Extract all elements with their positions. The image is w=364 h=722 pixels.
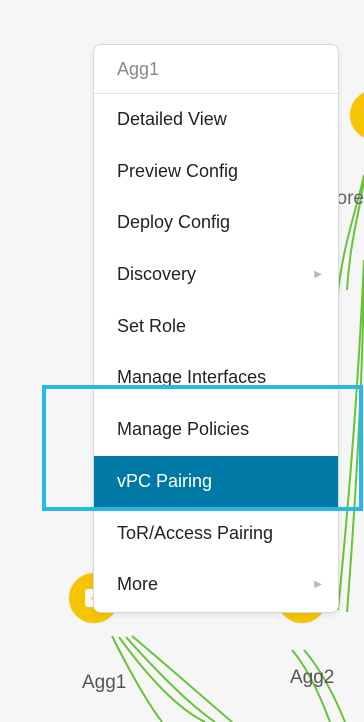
submenu-arrow-icon: ▶ (314, 269, 322, 281)
menu-item-label: Manage Policies (117, 419, 250, 440)
agg2-label: Agg2 (290, 667, 335, 688)
menu-item-discovery[interactable]: Discovery ▶ (94, 249, 338, 301)
menu-item-label: vPC Pairing (117, 470, 213, 491)
menu-item-label: Manage Interfaces (117, 367, 267, 388)
menu-item-set-role[interactable]: Set Role (94, 301, 338, 353)
menu-item-tor-access-pairing[interactable]: ToR/Access Pairing (94, 508, 338, 560)
menu-item-label: Preview Config (117, 160, 239, 181)
menu-item-manage-policies[interactable]: Manage Policies (94, 404, 338, 456)
menu-item-vpc-pairing[interactable]: vPC Pairing (94, 455, 338, 508)
menu-item-preview-config[interactable]: Preview Config (94, 146, 338, 198)
submenu-arrow-icon: ▶ (314, 579, 322, 591)
menu-item-label: Detailed View (117, 109, 227, 129)
menu-item-manage-interfaces[interactable]: Manage Interfaces (94, 352, 338, 404)
menu-item-label: More (117, 574, 159, 595)
partial-node-label: ore (336, 188, 364, 209)
menu-item-label: Discovery (117, 264, 197, 285)
topology-canvas: ↔ ↔ Agg1 Agg2 ore Agg1 Detailed View Pre… (0, 0, 364, 722)
menu-item-label: Deploy Config (117, 212, 231, 233)
menu-item-label: Set Role (117, 315, 187, 336)
menu-header: Agg1 (94, 45, 338, 94)
menu-item-label: ToR/Access Pairing (117, 522, 274, 543)
menu-item-more[interactable]: More ▶ (94, 559, 338, 611)
menu-item-detailed-view[interactable]: Detailed View (94, 94, 338, 146)
context-menu: Agg1 Detailed View Preview Config Deploy… (93, 44, 339, 613)
agg1-label: Agg1 (82, 672, 127, 693)
menu-item-deploy-config[interactable]: Deploy Config (94, 197, 338, 249)
